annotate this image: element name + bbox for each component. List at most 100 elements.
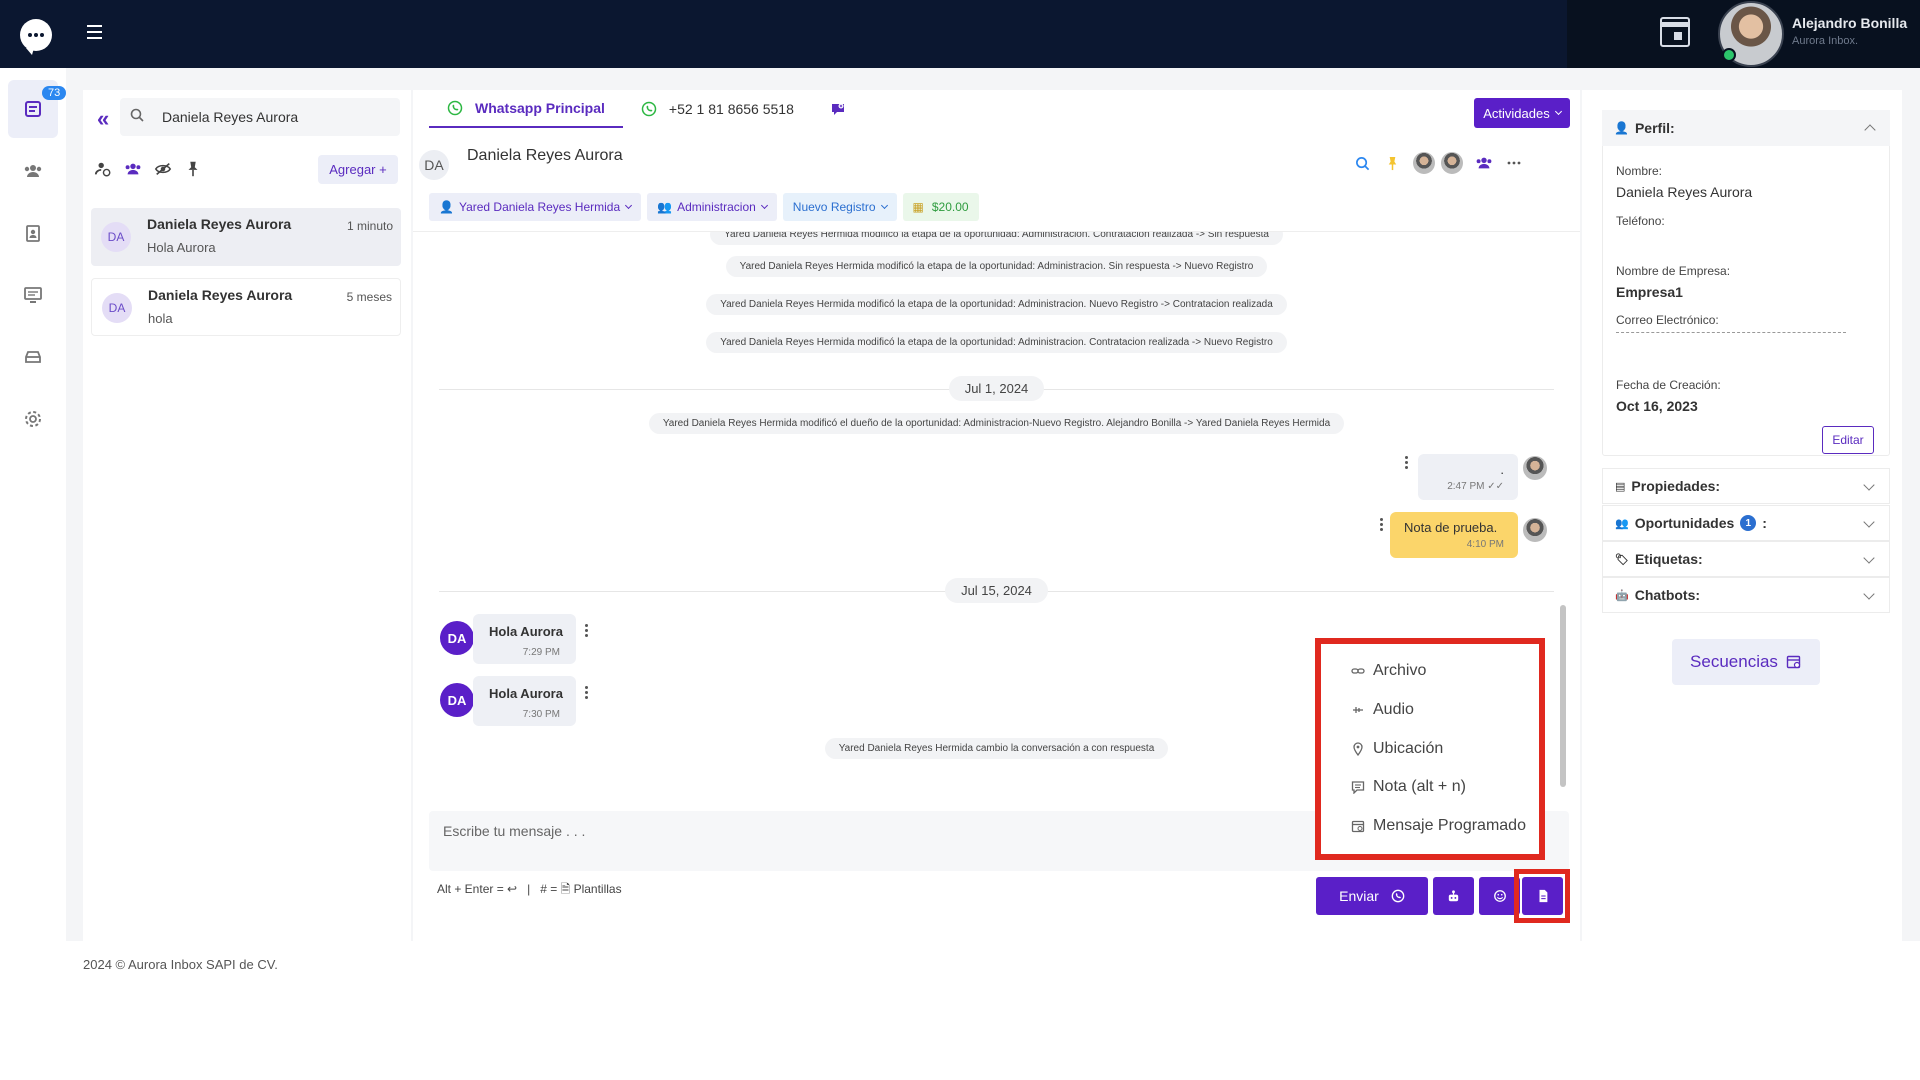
tag-icon: 🏷 xyxy=(1615,553,1629,566)
menu-item-mensaje-programado[interactable]: Mensaje Programado xyxy=(1351,817,1526,835)
add-conversation-button[interactable]: Agregar + xyxy=(318,155,398,184)
whatsapp-icon xyxy=(447,100,463,116)
scheduled-calendar-icon xyxy=(1351,820,1365,833)
chevron-down-icon xyxy=(625,201,633,210)
nav-address-book[interactable] xyxy=(8,204,58,262)
oportunidades-section[interactable]: 👥 Oportunidades 1 : xyxy=(1602,505,1890,541)
contact-avatar: DA xyxy=(440,683,474,717)
more-options-icon[interactable] xyxy=(1505,154,1523,172)
agent-avatar xyxy=(1523,456,1547,480)
nav-contacts[interactable] xyxy=(8,142,58,200)
nav-rail: 73 xyxy=(0,68,67,941)
link-icon xyxy=(1351,668,1365,674)
send-button[interactable]: Enviar xyxy=(1316,877,1428,915)
message-time: 7:30 PM xyxy=(522,709,560,720)
unassigned-filter-icon[interactable] xyxy=(93,159,113,179)
chatbots-section[interactable]: 🤖 Chatbots: xyxy=(1602,577,1890,613)
system-message: Yared Daniela Reyes Hermida modificó la … xyxy=(413,256,1580,277)
app-logo-icon[interactable] xyxy=(20,19,52,55)
profile-section-header[interactable]: 👤 Perfil: xyxy=(1602,110,1890,146)
team-tag[interactable]: 👥 Administracion xyxy=(647,193,777,221)
system-message-text: Yared Daniela Reyes Hermida modificó el … xyxy=(648,413,1345,434)
stage-tag[interactable]: Nuevo Registro xyxy=(782,193,897,221)
message-time-text: 2:47 PM xyxy=(1447,481,1485,492)
chevron-down-icon xyxy=(1863,588,1875,600)
amount-tag[interactable]: ▦ $20.00 xyxy=(902,193,979,221)
telefono-label: Teléfono: xyxy=(1616,214,1665,228)
conversation-avatar: DA xyxy=(102,293,132,323)
conversation-list-panel: « Daniela Reyes Aurora Agregar + DA Dani… xyxy=(83,90,411,941)
etiquetas-section[interactable]: 🏷 Etiquetas: xyxy=(1602,541,1890,577)
agent-avatar[interactable] xyxy=(1441,152,1463,174)
hidden-filter-icon[interactable] xyxy=(153,159,173,179)
pin-filter-icon[interactable] xyxy=(183,159,203,179)
propiedades-label: Propiedades: xyxy=(1631,478,1721,494)
send-label: Enviar xyxy=(1339,888,1379,904)
message-scrollbar[interactable] xyxy=(1560,605,1566,787)
nav-inbox[interactable] xyxy=(8,328,58,386)
menu-item-archivo[interactable]: Archivo xyxy=(1351,662,1426,680)
contact-avatar: DA xyxy=(419,150,449,180)
double-check-icon: ✓✓ xyxy=(1487,481,1504,492)
edit-button[interactable]: Editar xyxy=(1822,426,1874,454)
oportunidades-label: Oportunidades xyxy=(1634,515,1735,531)
hamburger-menu-icon[interactable] xyxy=(87,25,102,39)
date-separator: Jul 1, 2024 xyxy=(413,376,1580,401)
tab-whatsapp-principal[interactable]: Whatsapp Principal xyxy=(429,90,623,128)
incoming-message: Hola Aurora 7:29 PM xyxy=(473,614,576,664)
nav-chats[interactable]: 73 xyxy=(8,80,67,138)
message-time: 7:29 PM xyxy=(522,647,560,658)
chevron-down-icon xyxy=(1863,479,1875,491)
empresa-value: Empresa1 xyxy=(1616,284,1683,300)
collapse-sidebar-icon[interactable]: « xyxy=(97,108,109,130)
team-filter-icon[interactable] xyxy=(123,159,143,179)
fecha-label: Fecha de Creación: xyxy=(1616,378,1721,392)
chevron-down-icon xyxy=(1554,107,1562,116)
online-status-icon xyxy=(1722,48,1736,62)
secuencias-button[interactable]: Secuencias xyxy=(1672,639,1820,685)
inbox-icon xyxy=(25,351,41,363)
conversation-item[interactable]: DA Daniela Reyes Aurora hola 5 meses xyxy=(91,278,401,336)
team-icon: 👥 xyxy=(1615,517,1629,530)
tab-label: Whatsapp Principal xyxy=(475,100,605,116)
propiedades-section[interactable]: ▤ Propiedades: xyxy=(1602,468,1890,504)
activities-dropdown[interactable]: Actividades xyxy=(1474,98,1570,128)
contact-avatar: DA xyxy=(440,621,474,655)
conversation-time: 1 minuto xyxy=(346,219,393,233)
search-icon[interactable] xyxy=(1353,154,1371,172)
message-options-icon[interactable] xyxy=(1405,456,1408,470)
nav-monitor[interactable] xyxy=(8,266,58,324)
message-text: Hola Aurora xyxy=(489,624,563,639)
calendar-icon[interactable] xyxy=(1660,17,1690,47)
system-message-text: Yared Daniela Reyes Hermida modificó la … xyxy=(706,332,1287,353)
sequence-calendar-icon xyxy=(1786,655,1801,669)
search-input[interactable]: Daniela Reyes Aurora xyxy=(120,98,400,136)
fecha-value: Oct 16, 2023 xyxy=(1616,398,1698,414)
menu-item-nota[interactable]: Nota (alt + n) xyxy=(1351,778,1466,796)
agent-avatar[interactable] xyxy=(1413,152,1435,174)
tab-new-chat[interactable] xyxy=(812,90,864,128)
correo-value-redacted xyxy=(1616,332,1846,333)
menu-item-audio[interactable]: Audio xyxy=(1351,701,1414,719)
chevron-down-icon xyxy=(1863,516,1875,528)
tab-label: +52 1 81 8656 5518 xyxy=(668,101,794,117)
owner-tag[interactable]: 👤 Yared Daniela Reyes Hermida xyxy=(429,193,642,221)
message-options-icon[interactable] xyxy=(585,624,588,638)
team-icon[interactable] xyxy=(1475,154,1493,172)
message-options-icon[interactable] xyxy=(1380,518,1383,532)
conversation-item[interactable]: DA Daniela Reyes Aurora Hola Aurora 1 mi… xyxy=(91,208,401,266)
nav-settings[interactable] xyxy=(8,390,58,448)
menu-item-ubicacion[interactable]: Ubicación xyxy=(1351,740,1443,758)
system-message-text: Yared Daniela Reyes Hermida modificó la … xyxy=(706,294,1287,315)
message-options-icon[interactable] xyxy=(585,686,588,700)
pin-icon[interactable] xyxy=(1383,154,1401,172)
attachment-menu: Archivo Audio Ubicación Nota (alt + n) M… xyxy=(1315,638,1545,860)
tab-phone-number[interactable]: +52 1 81 8656 5518 xyxy=(623,90,812,128)
chevron-up-icon xyxy=(1864,124,1876,136)
menu-item-label: Archivo xyxy=(1373,662,1427,679)
chatbot-button[interactable] xyxy=(1433,877,1474,915)
system-message: Yared Daniela Reyes Hermida modificó la … xyxy=(413,294,1580,315)
templates-hint[interactable]: # = 🗎 Plantillas xyxy=(540,882,621,896)
contact-name: Daniela Reyes Aurora xyxy=(467,147,623,164)
whatsapp-icon xyxy=(641,101,657,117)
